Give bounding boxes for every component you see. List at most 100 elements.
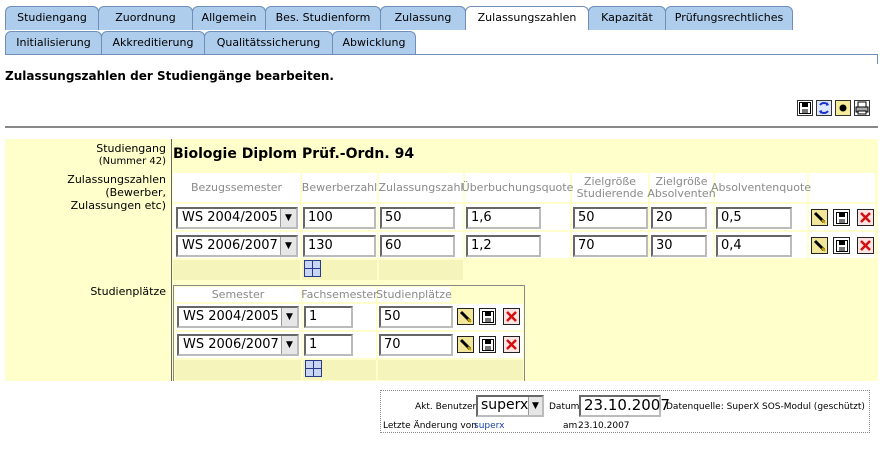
datenquelle-text: Datenquelle: SuperX SOS-Modul (geschützt… — [666, 402, 865, 412]
label-divider — [171, 139, 172, 381]
edit-icon[interactable] — [811, 237, 828, 254]
semester-value: WS 2004/2005 — [183, 309, 279, 324]
tab-row-2: Initialisierung Akkreditierung Qualitäts… — [5, 31, 416, 55]
datum-input[interactable]: 23.10.2007 — [579, 395, 670, 417]
am-datum: 23.10.2007 — [578, 421, 630, 431]
studienplaetze-table: Semester Fachsemester Studienplätze WS 2… — [173, 285, 525, 381]
tab-studiengang[interactable]: Studiengang — [5, 6, 99, 30]
semester-select[interactable]: WS 2006/2007 ▼ — [177, 334, 299, 356]
delete-icon[interactable] — [503, 308, 520, 325]
delete-icon[interactable] — [503, 336, 520, 353]
bewerberzahl-input[interactable]: 100 — [303, 207, 376, 229]
col-header-zielgroesse-absolventen: Zielgröße Absolventen — [647, 173, 716, 202]
bezugssemester-select[interactable]: WS 2006/2007 ▼ — [176, 235, 298, 257]
col-header-zielgroesse-studierende: Zielgröße Studierende — [572, 173, 648, 202]
save-icon[interactable] — [797, 100, 813, 116]
col-header-zulassungszahl: Zulassungszahl — [378, 180, 464, 194]
zulassungszahl-input[interactable]: 60 — [380, 235, 455, 257]
tab-zuordnung[interactable]: Zuordnung — [98, 6, 193, 30]
chevron-down-icon: ▼ — [280, 237, 296, 255]
delete-icon[interactable] — [857, 209, 874, 226]
bezugssemester-select[interactable]: WS 2004/2005 ▼ — [176, 207, 298, 229]
save-icon[interactable] — [833, 209, 850, 226]
tab-allgemein[interactable]: Allgemein — [192, 6, 266, 30]
edit-icon[interactable] — [457, 308, 474, 325]
fachsemester-input[interactable]: 1 — [304, 306, 353, 328]
table-cell — [379, 260, 463, 280]
col-header-absolventenquote: Absolventenquote — [710, 180, 812, 194]
label-zulassungszahlen: Zulassungszahlen (Bewerber, Zulassungen … — [5, 173, 166, 212]
save-icon[interactable] — [833, 237, 850, 254]
record-icon[interactable] — [835, 100, 851, 116]
tab-zulassungszahlen[interactable]: Zulassungszahlen — [465, 6, 589, 30]
edit-icon[interactable] — [811, 209, 828, 226]
tab-row-1: Studiengang Zuordnung Allgemein Bes. Stu… — [5, 6, 793, 30]
absolventenquote-input[interactable]: 0,5 — [716, 207, 792, 229]
table-cell — [173, 260, 300, 280]
table-cell — [378, 360, 523, 380]
reload-icon[interactable] — [816, 100, 832, 116]
header-line: Studierende — [576, 186, 644, 200]
letzte-aenderung-label: Letzte Änderung von — [383, 421, 477, 431]
benutzer-select[interactable]: superx ▼ — [476, 395, 544, 417]
fachsemester-input[interactable]: 1 — [304, 334, 353, 356]
semester-value: WS 2006/2007 — [183, 337, 279, 352]
label-studiengang-text: Studiengang — [96, 142, 166, 155]
studienplaetze-input[interactable]: 50 — [379, 306, 453, 328]
studienplaetze-input[interactable]: 70 — [379, 334, 453, 356]
label-studienplaetze: Studienplätze — [90, 285, 166, 298]
tab-kapazitaet[interactable]: Kapazität — [588, 6, 666, 30]
zulassungszahlen-table: Bezugssemester Bewerberzahl Zulassungsza… — [173, 173, 877, 283]
benutzer-value: superx — [481, 397, 529, 413]
akt-benutzer-label: Akt. Benutzer — [415, 402, 477, 412]
letzte-aenderung-user-link[interactable]: superx — [474, 421, 504, 431]
tab-qualitaetssicherung[interactable]: Qualitätssicherung — [204, 31, 333, 55]
bezugssemester-value: WS 2004/2005 — [182, 210, 278, 225]
col-header-studienplaetze: Studienplätze — [376, 287, 452, 301]
col-header-fachsemester: Fachsemester — [301, 287, 378, 301]
am-label: am — [563, 421, 578, 431]
label-zulassungszahlen-line2: Zulassungen etc) — [70, 199, 166, 212]
tab-side-line — [877, 54, 878, 64]
header-line: Zielgröße — [655, 174, 708, 188]
tab-akkreditierung[interactable]: Akkreditierung — [101, 31, 205, 55]
zielgroesse-absolventen-input[interactable]: 30 — [651, 235, 707, 257]
print-icon[interactable] — [854, 100, 870, 116]
tab-zulassung[interactable]: Zulassung — [380, 6, 466, 30]
zielgroesse-studierende-input[interactable]: 50 — [573, 207, 648, 229]
chevron-down-icon: ▼ — [528, 397, 542, 415]
edit-icon[interactable] — [457, 336, 474, 353]
absolventenquote-input[interactable]: 0,4 — [716, 235, 792, 257]
ueberbuchungsquote-input[interactable]: 1,6 — [466, 207, 541, 229]
header-line: Absolventen — [647, 186, 716, 200]
ueberbuchungsquote-input[interactable]: 1,2 — [466, 235, 541, 257]
save-icon[interactable] — [479, 336, 496, 353]
label-studiengang: Studiengang (Nummer 42) — [5, 142, 166, 168]
label-zulassungszahlen-line1: Zulassungszahlen (Bewerber, — [67, 173, 166, 199]
bewerberzahl-input[interactable]: 130 — [303, 235, 376, 257]
zielgroesse-absolventen-input[interactable]: 20 — [651, 207, 707, 229]
delete-icon[interactable] — [857, 237, 874, 254]
zulassungszahl-input[interactable]: 50 — [380, 207, 455, 229]
tab-abwicklung[interactable]: Abwicklung — [332, 31, 416, 55]
header-cell — [809, 173, 875, 202]
label-nummer: (Nummer 42) — [98, 156, 166, 167]
add-row-icon[interactable] — [304, 260, 321, 277]
tab-initialisierung[interactable]: Initialisierung — [5, 31, 102, 55]
save-icon[interactable] — [479, 308, 496, 325]
semester-select[interactable]: WS 2004/2005 ▼ — [177, 306, 299, 328]
chevron-down-icon: ▼ — [281, 308, 297, 326]
col-header-ueberbuchungsquote: Überbuchungsquote — [461, 180, 574, 194]
tab-underline — [5, 54, 878, 55]
add-row-icon[interactable] — [305, 360, 322, 377]
page-title: Zulassungszahlen der Studiengänge bearbe… — [5, 69, 334, 83]
table-cell — [175, 360, 301, 380]
chevron-down-icon: ▼ — [280, 209, 296, 227]
datum-label: Datum — [549, 402, 580, 412]
toolbar — [797, 100, 870, 116]
tab-bes-studienform[interactable]: Bes. Studienform — [265, 6, 381, 30]
studiengang-name: Biologie Diplom Prüf.-Ordn. 94 — [173, 146, 415, 162]
tab-pruefungsrechtliches[interactable]: Prüfungsrechtliches — [665, 6, 793, 30]
zielgroesse-studierende-input[interactable]: 70 — [573, 235, 648, 257]
header-line: Zielgröße — [583, 174, 637, 188]
